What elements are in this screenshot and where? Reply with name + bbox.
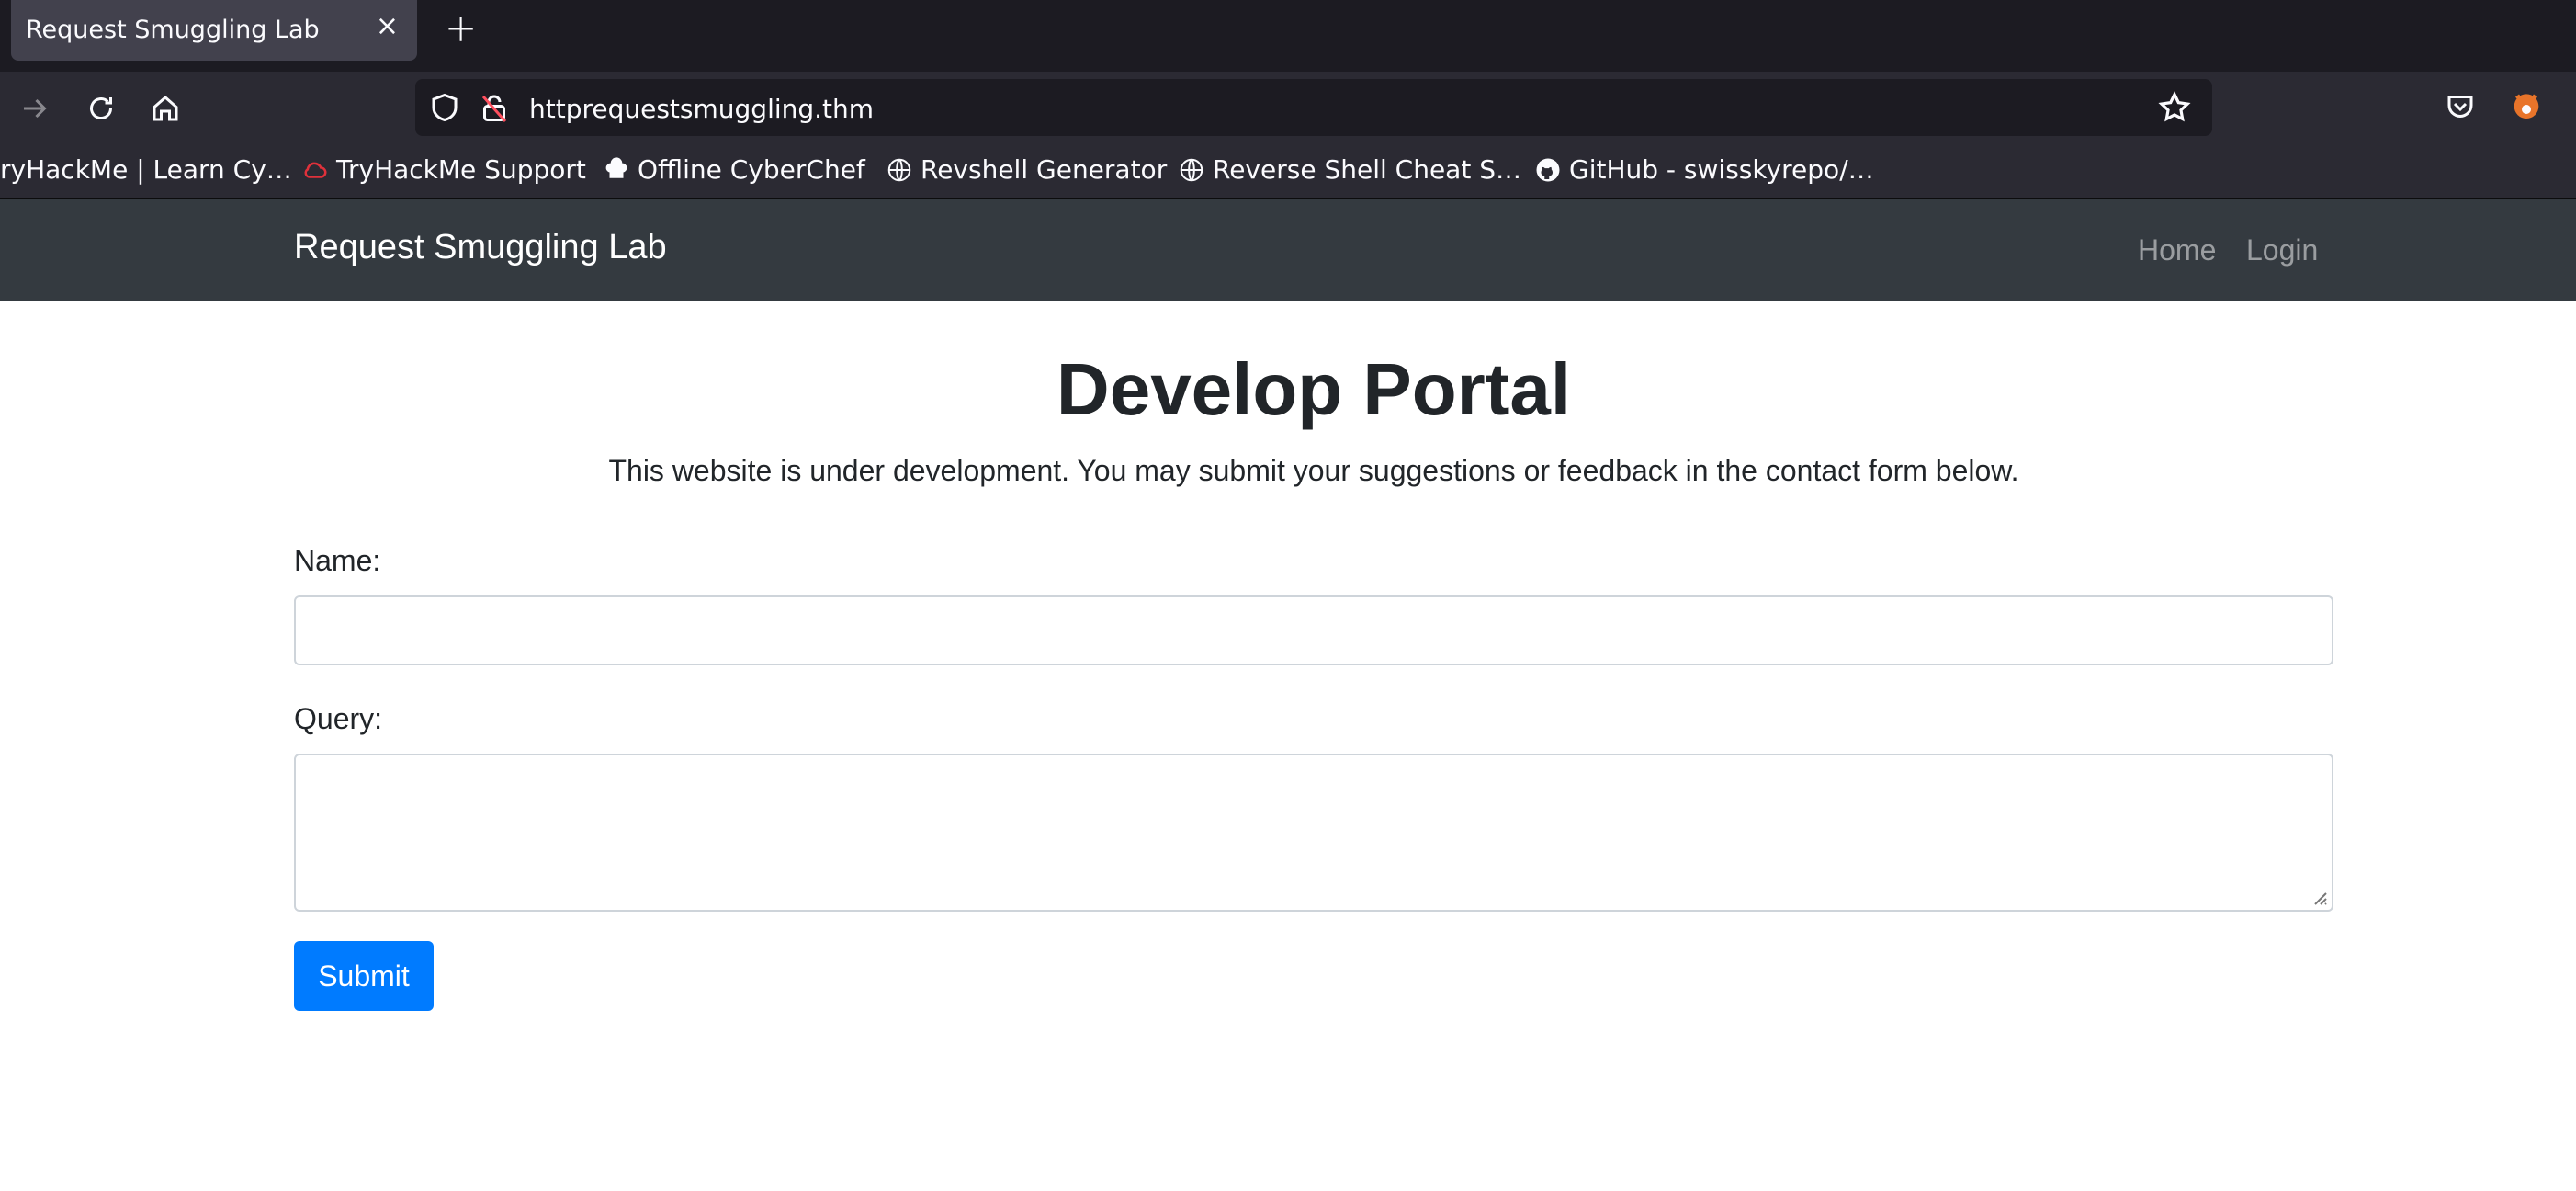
url-text[interactable]: httprequestsmuggling.thm [529, 94, 874, 124]
submit-button[interactable]: Submit [294, 941, 434, 1011]
bookmark-label: ryHackMe | Learn Cy… [0, 154, 292, 185]
query-label: Query: [294, 702, 383, 735]
pocket-icon[interactable] [2444, 90, 2477, 123]
resize-handle-icon[interactable] [2310, 888, 2328, 906]
tab-title: Request Smuggling Lab [26, 16, 320, 44]
bookmark-revshell-generator[interactable]: Revshell Generator [886, 154, 1167, 185]
query-textarea[interactable] [294, 754, 2333, 912]
bookmark-tryhackme[interactable]: ryHackMe | Learn Cy… [0, 154, 292, 185]
site-navbar: Request Smuggling Lab Home Login [0, 198, 2576, 301]
browser-toolbar: httprequestsmuggling.thm [0, 72, 2576, 145]
bookmark-label: Revshell Generator [921, 154, 1168, 185]
bookmark-github-swisskyrepo[interactable]: GitHub - swisskyrepo/… [1534, 154, 1874, 185]
tab-strip: Request Smuggling Lab × + [0, 0, 2576, 72]
bookmark-offline-cyberchef[interactable]: Offline CyberChef [603, 154, 865, 185]
bookmark-label: TryHackMe Support [336, 154, 586, 185]
shield-icon[interactable] [428, 91, 461, 124]
forward-icon[interactable] [15, 88, 55, 129]
bookmark-label: Offline CyberChef [638, 154, 865, 185]
bookmark-tryhackme-support[interactable]: TryHackMe Support [301, 154, 586, 185]
extension-fox-icon[interactable] [2508, 86, 2545, 123]
chef-hat-icon [605, 156, 627, 178]
bookmark-reverse-shell-cheat-sheet[interactable]: Reverse Shell Cheat S… [1178, 154, 1521, 185]
insecure-lock-icon[interactable] [478, 91, 511, 124]
bookmark-star-icon[interactable] [2157, 90, 2192, 125]
tab-close-icon[interactable]: × [376, 13, 399, 40]
url-bar[interactable]: httprequestsmuggling.thm [415, 79, 2212, 136]
nav-link-login[interactable]: Login [2246, 233, 2318, 267]
github-icon [1536, 158, 1560, 181]
globe-icon [1180, 158, 1203, 181]
home-icon[interactable] [145, 88, 186, 129]
reload-icon[interactable] [81, 88, 121, 129]
bookmarks-toolbar: ryHackMe | Learn Cy… TryHackMe Support O… [0, 145, 2576, 198]
nav-link-home[interactable]: Home [2138, 233, 2216, 267]
site-brand[interactable]: Request Smuggling Lab [294, 228, 667, 267]
name-label: Name: [294, 544, 381, 577]
page-title: Develop Portal [1056, 348, 1572, 430]
bookmark-label: Reverse Shell Cheat S… [1213, 154, 1521, 185]
active-tab[interactable]: Request Smuggling Lab × [11, 0, 417, 61]
name-input[interactable] [294, 596, 2333, 665]
cloud-icon [304, 162, 327, 178]
new-tab-button[interactable]: + [445, 9, 477, 48]
bookmark-label: GitHub - swisskyrepo/… [1569, 154, 1874, 185]
globe-icon [887, 158, 911, 181]
page-description: This website is under development. You m… [608, 454, 2019, 487]
